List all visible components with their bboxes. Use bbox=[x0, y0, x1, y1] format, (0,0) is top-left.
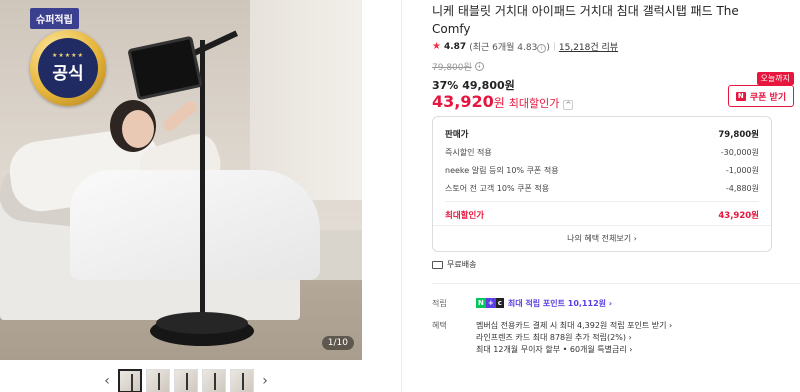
column-divider bbox=[401, 0, 402, 392]
thumbnail-next-icon[interactable]: › bbox=[258, 373, 272, 389]
breakdown-row-store-coupon: 스토어 전 고객 10% 쿠폰 적용 -4,880원 bbox=[445, 183, 759, 193]
medal-text: 공식 bbox=[52, 64, 84, 84]
benefit-list: 멤버십 전용카드 결제 시 최대 4,392원 적립 포인트 받기 › 라인프렌… bbox=[476, 320, 672, 356]
sale-price-unit: 원 bbox=[493, 96, 505, 110]
rating-score: 4.87 bbox=[443, 41, 467, 52]
medal-stars: ★★★★★ bbox=[52, 52, 84, 59]
original-price-value: 79,800원 bbox=[432, 63, 472, 73]
discount-price: 49,800원 bbox=[462, 79, 515, 92]
section-divider bbox=[432, 283, 800, 284]
shipping-info: 무료배송 bbox=[432, 259, 476, 270]
original-price: 79,800원 i bbox=[432, 60, 484, 73]
breakdown-row-total: 최대할인가 43,920원 bbox=[445, 211, 759, 221]
naver-coupon-icon: N bbox=[735, 91, 746, 101]
chevron-up-icon[interactable]: ^ bbox=[563, 100, 574, 110]
thumbnail-4[interactable] bbox=[202, 369, 226, 392]
discount-rate: 37% bbox=[432, 79, 459, 92]
medal-inner: ★★★★★ 공식 bbox=[38, 38, 98, 98]
product-main-image[interactable]: 슈퍼적립 ★★★★★ 공식 1/10 bbox=[0, 0, 362, 360]
max-points-link[interactable]: 최대 적립 포인트 10,112원 › bbox=[508, 298, 612, 309]
thumbnail-1[interactable] bbox=[118, 369, 142, 392]
breakdown-row-list-price: 판매가 79,800원 bbox=[445, 130, 759, 140]
thumbnail-3[interactable] bbox=[174, 369, 198, 392]
image-page-indicator: 1/10 bbox=[321, 336, 354, 350]
image-person-face bbox=[122, 110, 154, 148]
get-coupon-label: 쿠폰 받기 bbox=[749, 92, 787, 103]
price-breakdown-box: 판매가 79,800원 즉시할인 적용 -30,000원 neeke 알림 등의… bbox=[432, 116, 772, 252]
benefit-item-installment[interactable]: 최대 12개월 무이자 할부 • 60개월 특별금리 › bbox=[476, 344, 672, 356]
breakdown-divider bbox=[445, 201, 759, 202]
sale-price-label: 최대할인가 bbox=[508, 97, 560, 110]
thumbnail-strip: ‹ › bbox=[100, 368, 272, 392]
points-row: 적립 N + c 최대 적립 포인트 10,112원 › bbox=[432, 298, 612, 309]
image-duvet bbox=[70, 170, 320, 280]
shipping-label: 무료배송 bbox=[447, 260, 477, 269]
naver-points-icon: N + c bbox=[476, 298, 504, 308]
star-icon: ★ bbox=[432, 41, 441, 52]
price-info-icon[interactable]: i bbox=[474, 62, 484, 71]
benefits-row: 혜택 멤버십 전용카드 결제 시 최대 4,392원 적립 포인트 받기 › 라… bbox=[432, 320, 672, 356]
official-medal-icon: ★★★★★ 공식 bbox=[30, 30, 106, 106]
benefit-item-linefriends-card[interactable]: 라인프렌즈 카드 최대 878원 추가 적립(2%) › bbox=[476, 332, 672, 344]
truck-icon bbox=[432, 260, 443, 269]
benefits-label: 혜택 bbox=[432, 321, 447, 330]
discount-line: 37% 49,800원 bbox=[432, 77, 515, 93]
thumbnail-prev-icon[interactable]: ‹ bbox=[100, 373, 114, 389]
rating-summary: ★ 4.87 (최근 6개월 4.83 i) | 15,218건 리뷰 bbox=[432, 40, 618, 53]
review-count-link[interactable]: 15,218건 리뷰 bbox=[559, 40, 618, 53]
sale-price-value: 43,920 bbox=[432, 92, 494, 111]
benefit-item-membership-card[interactable]: 멤버십 전용카드 결제 시 최대 4,392원 적립 포인트 받기 › bbox=[476, 320, 672, 332]
breakdown-row-instant-discount: 즉시할인 적용 -30,000원 bbox=[445, 147, 759, 157]
today-only-badge: 오늘까지 bbox=[756, 72, 794, 85]
view-all-benefits-link[interactable]: 나의 혜택 전체보기 › bbox=[433, 225, 771, 251]
points-label: 적립 bbox=[432, 299, 447, 308]
rating-separator: | bbox=[552, 41, 556, 52]
super-points-badge: 슈퍼적립 bbox=[30, 8, 79, 29]
thumbnail-2[interactable] bbox=[146, 369, 170, 392]
get-coupon-button[interactable]: N 쿠폰 받기 bbox=[728, 85, 794, 107]
info-icon[interactable]: i bbox=[537, 44, 547, 53]
image-stand-base-top bbox=[156, 312, 248, 334]
thumbnail-5[interactable] bbox=[230, 369, 254, 392]
rating-detail: (최근 6개월 4.83 i) bbox=[469, 43, 550, 53]
breakdown-row-alert-coupon: neeke 알림 등의 10% 쿠폰 적용 -1,000원 bbox=[445, 165, 759, 175]
max-discount-price: 43,920원 최대할인가 ^ bbox=[432, 92, 574, 111]
product-title: 니케 태블릿 거치대 아이패드 거치대 침대 갤럭시탭 패드 The Comfy bbox=[432, 4, 739, 36]
